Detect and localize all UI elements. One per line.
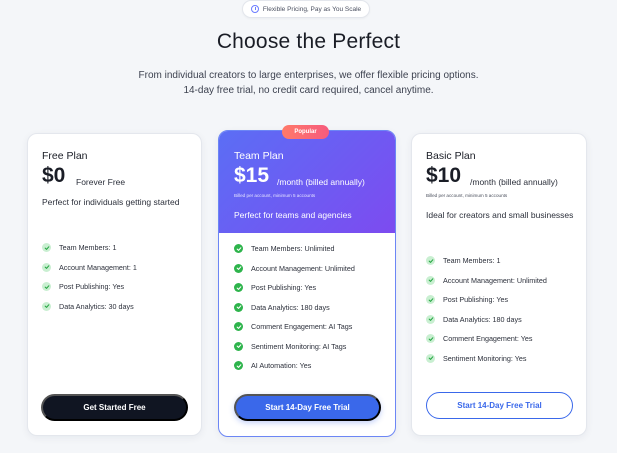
check-icon	[426, 295, 435, 305]
feature-label: Account Management: Unlimited	[251, 263, 355, 273]
feature-item: Data Analytics: 180 days	[234, 298, 355, 318]
feature-label: Sentiment Monitoring: Yes	[443, 353, 527, 363]
feature-label: Team Members: 1	[443, 256, 501, 266]
plan-period: /month (billed annually)	[470, 177, 558, 187]
check-icon	[426, 275, 435, 285]
feature-item: Team Members: Unlimited	[234, 239, 355, 259]
feature-label: Post Publishing: Yes	[251, 283, 317, 293]
billing-note: Billed per account, minimum 5 accounts	[234, 193, 316, 198]
feature-item: Comment Engagement: Yes	[426, 329, 547, 349]
feature-label: Account Management: Unlimited	[443, 275, 547, 285]
feature-item: AI Automation: Yes	[234, 356, 355, 376]
feature-item: Comment Engagement: AI Tags	[234, 317, 355, 337]
feature-item: Post Publishing: Yes	[426, 290, 547, 310]
plan-price: $10	[426, 164, 462, 187]
feature-item: Account Management: Unlimited	[426, 271, 547, 291]
feature-label: Team Members: Unlimited	[251, 244, 335, 254]
feature-label: Data Analytics: 180 days	[251, 302, 330, 312]
feature-label: Sentiment Monitoring: AI Tags	[251, 341, 347, 351]
check-icon	[42, 301, 51, 311]
plan-description: Perfect for individuals getting started	[42, 197, 180, 207]
popular-badge: Popular	[282, 125, 329, 139]
feature-label: Comment Engagement: AI Tags	[251, 322, 353, 332]
check-icon	[234, 361, 243, 371]
check-icon	[234, 302, 243, 312]
feature-list: Team Members: Unlimited Account Managemen…	[234, 239, 355, 376]
check-icon	[426, 353, 435, 363]
check-icon	[234, 341, 243, 351]
feature-item: Sentiment Monitoring: AI Tags	[234, 337, 355, 357]
feature-item: Team Members: 1	[42, 238, 137, 258]
feature-label: Account Management: 1	[59, 262, 137, 272]
team-plan-header: Team Plan $15 /month (billed annually) B…	[219, 131, 395, 233]
check-icon	[42, 282, 51, 292]
pricing-badge-text: Flexible Pricing, Pay as You Scale	[262, 5, 362, 13]
basic-start-trial-button[interactable]: Start 14-Day Free Trial	[426, 392, 573, 419]
plan-name: Basic Plan	[426, 150, 476, 162]
plan-name: Team Plan	[234, 150, 284, 162]
check-icon	[426, 256, 435, 266]
feature-label: AI Automation: Yes	[251, 361, 312, 371]
team-start-trial-button[interactable]: Start 14-Day Free Trial	[234, 394, 381, 421]
subtitle-line-2: 14-day free trial, no credit card requir…	[183, 85, 434, 96]
feature-label: Data Analytics: 30 days	[59, 301, 134, 311]
plan-description: Ideal for creators and small businesses	[426, 210, 574, 220]
clock-icon	[250, 5, 259, 13]
feature-label: Data Analytics: 180 days	[443, 314, 522, 324]
check-icon	[234, 244, 243, 254]
check-icon	[234, 263, 243, 273]
feature-label: Comment Engagement: Yes	[443, 334, 533, 344]
pricing-badge: Flexible Pricing, Pay as You Scale	[242, 0, 370, 18]
subtitle-line-1: From individual creators to large enterp…	[138, 70, 479, 81]
plan-period: /month (billed annually)	[277, 177, 365, 187]
feature-item: Account Management: Unlimited	[234, 259, 355, 279]
plan-period: Forever Free	[76, 177, 126, 187]
check-icon	[426, 334, 435, 344]
feature-label: Post Publishing: Yes	[443, 295, 509, 305]
check-icon	[426, 314, 435, 324]
feature-list: Team Members: 1 Account Management: Unlim…	[426, 251, 547, 368]
feature-item: Post Publishing: Yes	[234, 278, 355, 298]
feature-item: Data Analytics: 180 days	[426, 310, 547, 330]
feature-item: Data Analytics: 30 days	[42, 297, 137, 317]
free-plan-card: Free Plan $0 Forever Free Perfect for in…	[27, 133, 202, 436]
feature-label: Team Members: 1	[59, 243, 117, 253]
page-subtitle: From individual creators to large enterp…	[0, 68, 617, 98]
plan-price: $15	[234, 164, 270, 187]
get-started-free-button[interactable]: Get Started Free	[41, 394, 188, 421]
page-title: Choose the Perfect	[216, 30, 401, 53]
feature-item: Team Members: 1	[426, 251, 547, 271]
feature-item: Account Management: 1	[42, 258, 137, 278]
check-icon	[234, 283, 243, 293]
plan-description: Perfect for teams and agencies	[234, 210, 352, 220]
plan-price: $0	[42, 164, 66, 187]
billing-note: Billed per account, minimum 5 accounts	[426, 193, 508, 198]
feature-item: Post Publishing: Yes	[42, 277, 137, 297]
plan-name: Free Plan	[42, 150, 88, 162]
feature-list: Team Members: 1 Account Management: 1 Post…	[42, 238, 137, 316]
check-icon	[42, 243, 51, 253]
basic-plan-card: Basic Plan $10 /month (billed annually) …	[411, 133, 587, 436]
feature-label: Post Publishing: Yes	[59, 282, 125, 292]
feature-item: Sentiment Monitoring: Yes	[426, 349, 547, 369]
check-icon	[234, 322, 243, 332]
team-plan-card: Team Plan $15 /month (billed annually) B…	[218, 130, 396, 437]
check-icon	[42, 262, 51, 272]
